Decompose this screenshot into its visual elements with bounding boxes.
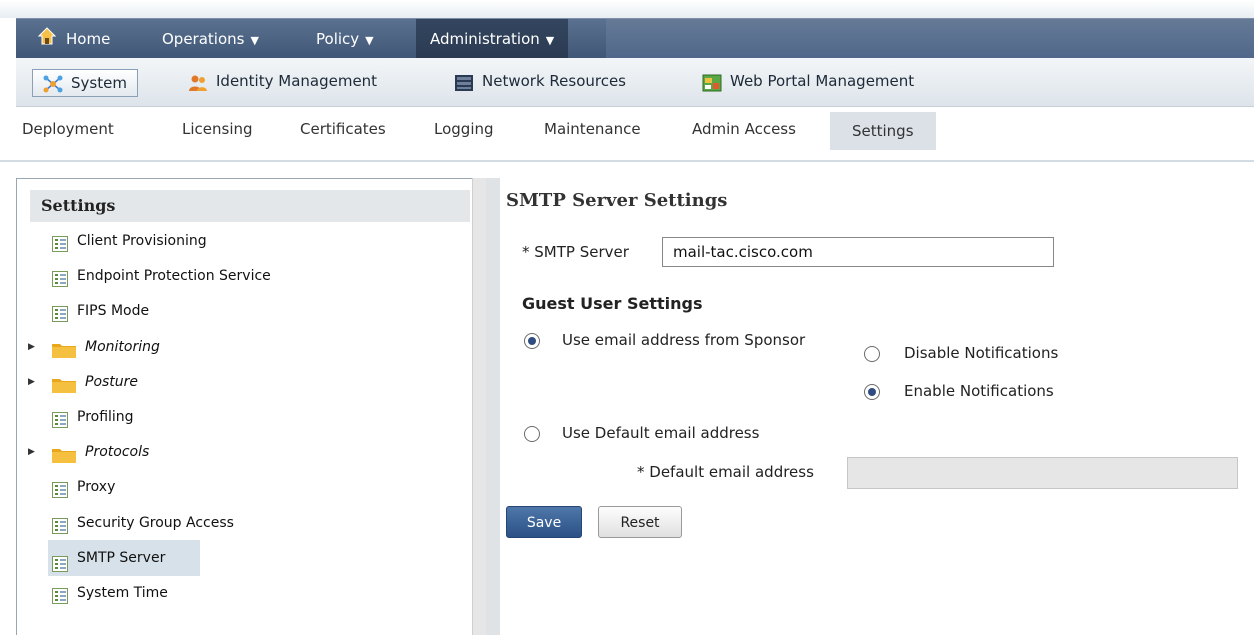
- settings-tree-header: Settings: [30, 190, 470, 222]
- list-page-icon: [52, 268, 68, 287]
- network-nodes-icon: [43, 75, 63, 93]
- tree-item-label: Monitoring: [85, 339, 160, 355]
- folder-icon: [52, 374, 76, 393]
- tab-maintenance[interactable]: Maintenance: [544, 108, 641, 150]
- caret-down-icon: ▼: [365, 34, 374, 47]
- tab-licensing[interactable]: Licensing: [182, 108, 253, 150]
- smtp-server-input[interactable]: [662, 237, 1054, 267]
- tree-item-label: FIPS Mode: [77, 303, 150, 319]
- list-page-icon: [52, 303, 68, 322]
- tree-item-profiling[interactable]: Profiling: [52, 402, 134, 432]
- save-button[interactable]: Save: [506, 506, 582, 538]
- web-portal-icon: [702, 73, 722, 91]
- default-email-label: * Default email address: [637, 463, 814, 481]
- radio-use-default-email-label: Use Default email address: [562, 424, 760, 442]
- folder-icon: [52, 444, 76, 463]
- radio-enable-notifications[interactable]: [864, 384, 880, 400]
- list-page-icon: [52, 550, 68, 572]
- tree-item-smtp-server[interactable]: SMTP Server: [48, 540, 200, 576]
- radio-disable-notifications-label: Disable Notifications: [904, 344, 1059, 362]
- sub-navbar: System Identity Management Network Resou…: [16, 58, 1254, 107]
- expand-arrow-icon[interactable]: ▶: [28, 446, 38, 458]
- home-icon: [37, 20, 57, 60]
- list-page-icon: [52, 233, 68, 252]
- top-strip: [0, 0, 1254, 18]
- tab-deployment[interactable]: Deployment: [22, 108, 114, 150]
- nav-administration[interactable]: Administration ▼: [416, 19, 569, 59]
- nav-policy[interactable]: Policy ▼: [316, 19, 374, 59]
- tree-item-protocols[interactable]: Protocols: [52, 437, 149, 467]
- tree-item-label: Client Provisioning: [77, 233, 207, 249]
- reset-button[interactable]: Reset: [598, 506, 682, 538]
- tree-item-posture[interactable]: Posture: [52, 367, 138, 397]
- list-page-icon: [52, 515, 68, 534]
- tab-logging[interactable]: Logging: [434, 108, 494, 150]
- users-icon: [188, 73, 208, 91]
- folder-icon: [52, 339, 76, 358]
- tree-item-proxy[interactable]: Proxy: [52, 472, 115, 502]
- settings-tabs: Deployment Licensing Certificates Loggin…: [0, 108, 1254, 162]
- caret-down-icon: ▼: [545, 34, 555, 47]
- subnav-web-portal-management[interactable]: Web Portal Management: [702, 67, 914, 95]
- tree-item-label: SMTP Server: [77, 550, 166, 566]
- tree-item-label: Proxy: [77, 479, 116, 495]
- tab-admin-access[interactable]: Admin Access: [692, 108, 796, 150]
- tree-item-fips-mode[interactable]: FIPS Mode: [52, 296, 149, 326]
- guest-user-settings-heading: Guest User Settings: [522, 294, 703, 313]
- tree-item-system-time[interactable]: System Time: [52, 578, 168, 608]
- list-page-icon: [52, 409, 68, 428]
- server-rack-icon: [454, 73, 474, 91]
- tree-item-label: Endpoint Protection Service: [77, 268, 271, 284]
- scrollbar[interactable]: [472, 178, 487, 635]
- subnav-network-resources[interactable]: Network Resources: [454, 67, 626, 95]
- caret-down-icon: ▼: [250, 34, 259, 47]
- navbar-filler: [606, 19, 1254, 59]
- list-page-icon: [52, 585, 68, 604]
- tree-item-label: Security Group Access: [77, 515, 234, 531]
- main-navbar: Home Operations ▼ Policy ▼ Administration ▼: [16, 18, 1254, 59]
- tree-item-label: System Time: [77, 585, 168, 601]
- tree-item-label: Profiling: [77, 409, 134, 425]
- expand-arrow-icon[interactable]: ▶: [28, 376, 38, 388]
- tree-item-monitoring[interactable]: Monitoring: [52, 332, 160, 362]
- default-email-input[interactable]: [847, 457, 1238, 489]
- radio-enable-notifications-label: Enable Notifications: [904, 382, 1054, 400]
- tree-item-endpoint-protection-service[interactable]: Endpoint Protection Service: [52, 261, 271, 291]
- nav-operations[interactable]: Operations ▼: [162, 19, 259, 59]
- radio-use-sponsor-email-label: Use email address from Sponsor: [562, 331, 806, 349]
- expand-arrow-icon[interactable]: ▶: [28, 341, 38, 353]
- subnav-identity-management[interactable]: Identity Management: [188, 67, 377, 95]
- smtp-server-label: * SMTP Server: [522, 243, 629, 261]
- nav-home[interactable]: Home: [37, 19, 110, 60]
- list-page-icon: [52, 479, 68, 498]
- radio-use-default-email[interactable]: [524, 426, 540, 442]
- subnav-system[interactable]: System: [32, 69, 138, 97]
- tab-settings[interactable]: Settings: [830, 112, 936, 150]
- tab-certificates[interactable]: Certificates: [300, 108, 386, 150]
- tree-item-label: Posture: [85, 374, 139, 390]
- panel-divider[interactable]: [486, 178, 500, 635]
- page-title: SMTP Server Settings: [506, 190, 728, 211]
- tree-item-label: Protocols: [85, 444, 150, 460]
- tree-item-client-provisioning[interactable]: Client Provisioning: [52, 226, 207, 256]
- radio-disable-notifications[interactable]: [864, 346, 880, 362]
- tree-item-security-group-access[interactable]: Security Group Access: [52, 508, 234, 538]
- radio-use-sponsor-email[interactable]: [524, 333, 540, 349]
